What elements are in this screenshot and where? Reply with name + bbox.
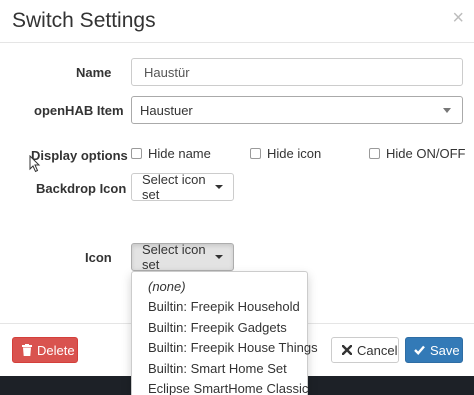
hide-name-label: Hide name: [148, 146, 211, 161]
dropdown-item-none[interactable]: (none): [132, 277, 307, 297]
caret-down-icon: [215, 185, 223, 189]
backdrop-icon-set-button[interactable]: Select icon set: [131, 172, 234, 202]
check-icon: [414, 345, 425, 355]
caret-down-icon: [215, 255, 223, 259]
hide-icon-label: Hide icon: [267, 146, 322, 161]
icon-set-button[interactable]: Select icon set: [131, 242, 234, 272]
icon-label: Icon: [85, 250, 112, 265]
openhab-item-label: openHAB Item: [34, 103, 124, 118]
backdrop-icon-label: Backdrop Icon: [36, 181, 127, 196]
trash-icon: [22, 344, 32, 356]
dropdown-item-eclipse-smarthome-classic[interactable]: Eclipse SmartHome Classic: [132, 379, 308, 395]
backdrop-icon-set-label: Select icon set: [142, 172, 206, 202]
dialog-header: Switch Settings ×: [0, 0, 474, 43]
delete-button[interactable]: Delete: [12, 337, 78, 363]
hide-onoff-label: Hide ON/OFF: [386, 146, 466, 161]
save-label: Save: [430, 342, 460, 358]
times-icon: [342, 345, 352, 355]
openhab-item-value: Haustuer: [140, 103, 193, 118]
checkbox-box[interactable]: [369, 148, 380, 159]
save-button[interactable]: Save: [405, 337, 463, 363]
close-icon[interactable]: ×: [452, 8, 464, 28]
hide-name-checkbox[interactable]: Hide name: [131, 146, 211, 161]
hide-onoff-checkbox[interactable]: Hide ON/OFF: [369, 146, 465, 161]
display-options-label: Display options: [31, 148, 128, 163]
name-input[interactable]: [131, 58, 463, 86]
hide-icon-checkbox[interactable]: Hide icon: [250, 146, 321, 161]
dropdown-item-freepik-gadgets[interactable]: Builtin: Freepik Gadgets: [132, 318, 307, 338]
cancel-button[interactable]: Cancel: [331, 337, 399, 363]
checkbox-box[interactable]: [250, 148, 261, 159]
dropdown-item-freepik-house-things[interactable]: Builtin: Freepik House Things: [132, 338, 318, 358]
dropdown-item-smart-home-set[interactable]: Builtin: Smart Home Set: [132, 359, 307, 379]
dropdown-item-freepik-household[interactable]: Builtin: Freepik Household: [132, 297, 307, 317]
cancel-label: Cancel: [357, 342, 398, 358]
delete-label: Delete: [37, 342, 75, 358]
chevron-down-icon: [443, 108, 451, 113]
mouse-pointer-icon: [29, 155, 41, 173]
icon-set-dropdown-menu: (none) Builtin: Freepik Household Builti…: [131, 271, 318, 395]
checkbox-box[interactable]: [131, 148, 142, 159]
dialog-title: Switch Settings: [12, 9, 156, 32]
openhab-item-select[interactable]: Haustuer: [131, 96, 463, 124]
icon-set-label: Select icon set: [142, 242, 206, 272]
name-label: Name: [76, 65, 112, 80]
